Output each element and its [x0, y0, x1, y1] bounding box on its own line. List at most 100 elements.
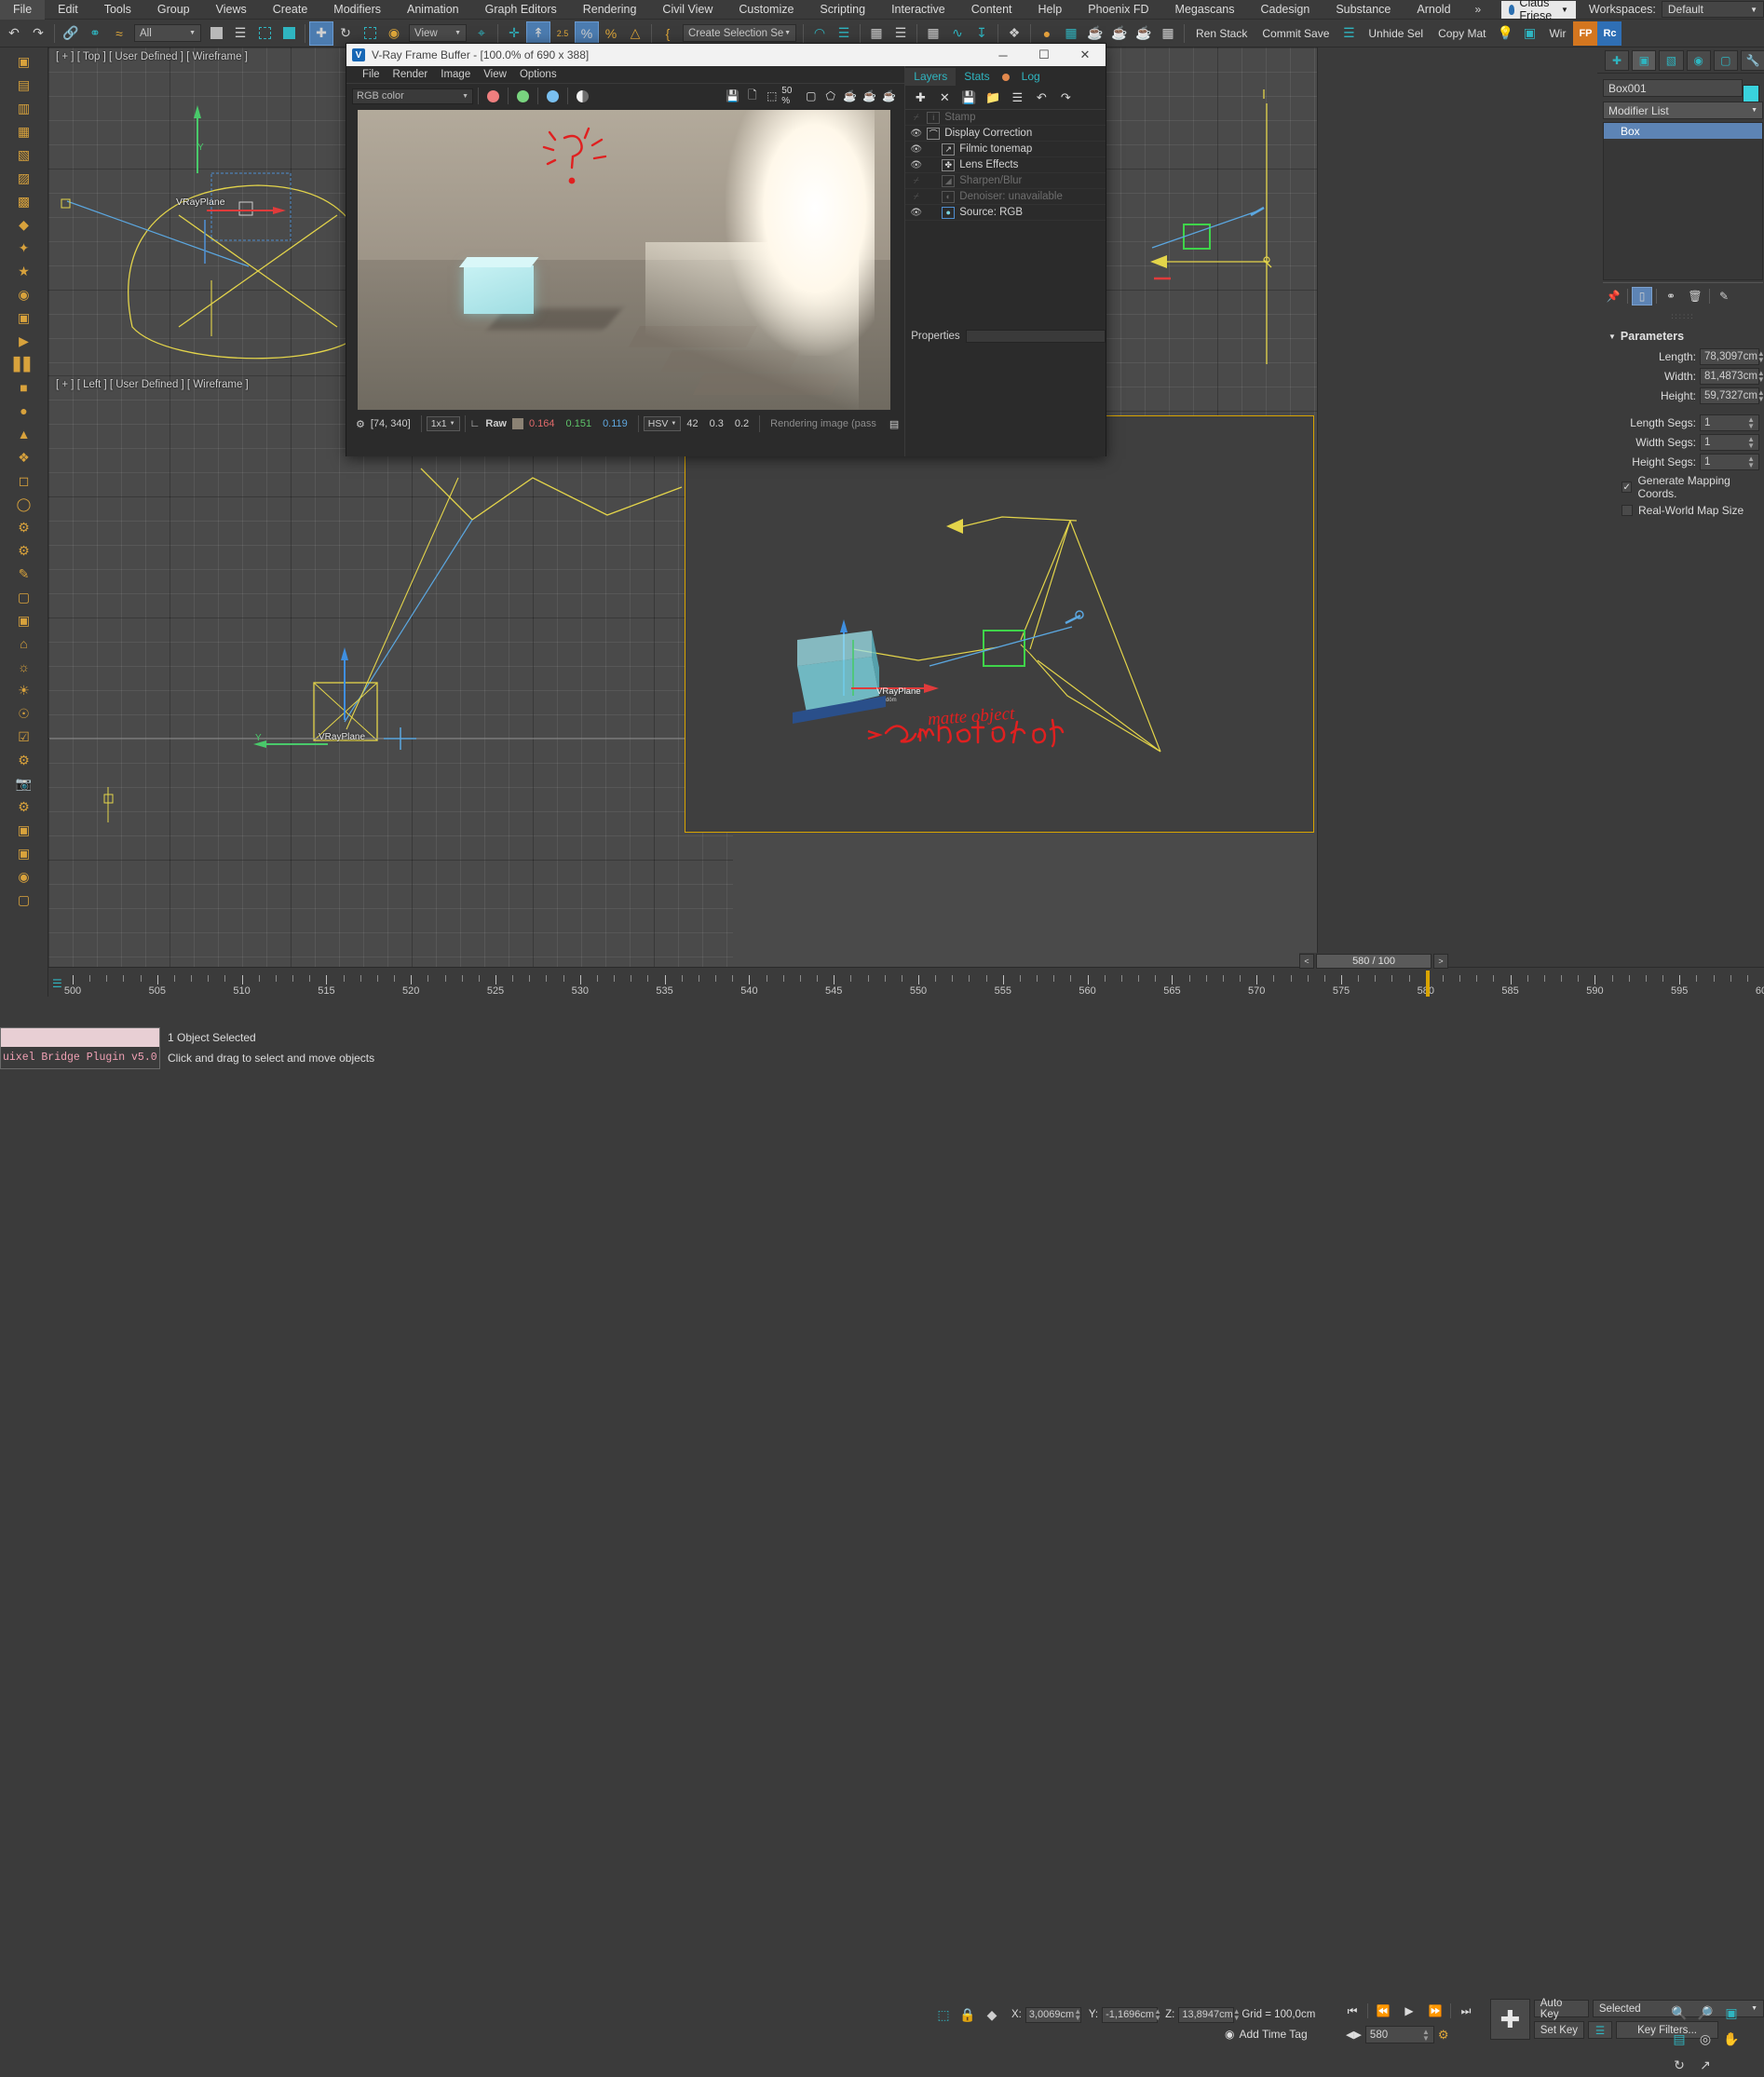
- plugin-icon-12[interactable]: ▣: [13, 306, 35, 329]
- tab-create[interactable]: ✚: [1605, 49, 1630, 71]
- selection-lock-region-icon[interactable]: ⬚: [931, 2002, 956, 2027]
- material-editor-icon[interactable]: ●: [1035, 21, 1059, 46]
- layer-row-lens-effects[interactable]: 👁 ✤ Lens Effects: [905, 157, 1106, 173]
- plugin-icon-7[interactable]: ▩: [13, 190, 35, 212]
- window-crossing-icon[interactable]: [277, 21, 301, 46]
- maximize-icon[interactable]: ☐: [1024, 44, 1065, 66]
- menu-item-phoenix-fd[interactable]: Phoenix FD: [1075, 0, 1161, 20]
- vfb-menu-file[interactable]: File: [356, 69, 387, 80]
- menu-overflow-icon[interactable]: »: [1464, 3, 1493, 16]
- tab-layers[interactable]: Layers: [905, 68, 957, 86]
- layer-presets-icon[interactable]: ☰: [1006, 88, 1028, 108]
- menu-item-create[interactable]: Create: [260, 0, 321, 20]
- abort-render-icon[interactable]: ☕: [860, 87, 879, 105]
- checkbox-row-real-world-map-size[interactable]: Real-World Map Size: [1622, 504, 1764, 517]
- plugin-icon-23[interactable]: ✎: [13, 563, 35, 585]
- menu-item-rendering[interactable]: Rendering: [570, 0, 650, 20]
- menu-item-content[interactable]: Content: [958, 0, 1025, 20]
- plugin-icon-33[interactable]: ⚙: [13, 795, 35, 818]
- menu-item-cadesign[interactable]: Cadesign: [1247, 0, 1323, 20]
- snaps-toggle-icon[interactable]: ↟: [526, 20, 550, 46]
- redo-icon[interactable]: ↷: [26, 21, 50, 46]
- checkbox-row-generate-mapping-coords[interactable]: ✓ Generate Mapping Coords.: [1622, 474, 1764, 500]
- height-segs-spinner[interactable]: 1 ▲ ▼: [1700, 454, 1759, 470]
- modifier-stack-item-box[interactable]: Box: [1604, 123, 1762, 139]
- layer-row-sharpen-blur[interactable]: ⌿ ◢ Sharpen/Blur: [905, 173, 1106, 189]
- plugin-icon-18[interactable]: ❖: [13, 446, 35, 468]
- mirror-icon[interactable]: {: [656, 21, 680, 46]
- coord-x-field[interactable]: 3,0069cm ▲ ▼: [1024, 2006, 1081, 2023]
- pin-stack-icon[interactable]: 📌: [1603, 287, 1623, 305]
- menu-item-megascans[interactable]: Megascans: [1162, 0, 1248, 20]
- spinner-arrows-icon[interactable]: ▲▼: [1422, 2028, 1430, 2042]
- select-and-place-icon[interactable]: ◉: [382, 21, 406, 46]
- plugin-icon-37[interactable]: ▢: [13, 889, 35, 911]
- maxscript-input-line[interactable]: [1, 1028, 159, 1047]
- range-next-icon[interactable]: >: [1433, 954, 1448, 969]
- menu-item-edit[interactable]: Edit: [45, 0, 91, 20]
- visibility-off-icon[interactable]: ⌿: [910, 113, 922, 123]
- configure-modifier-sets-icon[interactable]: ✎: [1714, 287, 1734, 305]
- quickaccess-wir[interactable]: Wir: [1541, 27, 1573, 40]
- pan-view-icon[interactable]: ✋: [1719, 2027, 1744, 2051]
- render-setup-icon[interactable]: ↧: [970, 21, 994, 46]
- spinner-arrows-icon[interactable]: ▲▼: [1747, 455, 1755, 469]
- quickaccess-ren-stack[interactable]: Ren Stack: [1188, 27, 1255, 40]
- modifier-stack[interactable]: Box: [1603, 122, 1763, 280]
- plugin-icon-1[interactable]: ▣: [13, 50, 35, 73]
- quickaccess-rc-icon[interactable]: Rc: [1597, 20, 1622, 46]
- quickaccess-unhide-sel[interactable]: Unhide Sel: [1361, 27, 1431, 40]
- plugin-icon-25[interactable]: ▣: [13, 609, 35, 631]
- absolute-relative-mode-icon[interactable]: ◆: [980, 2002, 1004, 2027]
- length-spinner[interactable]: 78,3097cm ▲▼: [1700, 348, 1764, 365]
- redo-layer-icon[interactable]: ↷: [1054, 88, 1077, 108]
- plugin-icon-9[interactable]: ✦: [13, 237, 35, 259]
- scene-explorer-icon[interactable]: ☰: [889, 21, 913, 46]
- visibility-off-icon[interactable]: ⌿: [910, 176, 922, 186]
- minimize-icon[interactable]: ─: [983, 44, 1024, 66]
- user-account-chip[interactable]: Claus Friese ▼: [1501, 0, 1576, 22]
- plugin-icon-17[interactable]: ▲: [13, 423, 35, 445]
- vfb-menu-image[interactable]: Image: [434, 69, 477, 80]
- activeshade-icon[interactable]: ☕: [1132, 21, 1156, 46]
- quickaccess-fp-icon[interactable]: FP: [1573, 20, 1598, 46]
- render-icon[interactable]: ☕: [840, 87, 860, 105]
- key-filters-toggle-icon[interactable]: ☰: [1588, 2021, 1613, 2039]
- stats-panel-icon[interactable]: ▤: [889, 418, 904, 430]
- edit-named-selection-sets-icon[interactable]: △: [623, 21, 647, 46]
- orbit-icon[interactable]: ↻: [1667, 2053, 1691, 2077]
- layer-row-stamp[interactable]: ⌿ i Stamp: [905, 110, 1106, 126]
- zorb-plugin-icon[interactable]: ▣: [1517, 21, 1541, 46]
- object-name-field[interactable]: Box001: [1603, 79, 1743, 97]
- load-layers-icon[interactable]: 📁: [982, 88, 1004, 108]
- visibility-on-icon[interactable]: 👁: [910, 144, 922, 155]
- select-by-name-icon[interactable]: ☰: [228, 21, 252, 46]
- menu-item-customize[interactable]: Customize: [726, 0, 807, 20]
- maxscript-mini-listener[interactable]: uixel Bridge Plugin v5.0 star: [0, 1027, 160, 1069]
- delete-layer-icon[interactable]: ✕: [933, 88, 956, 108]
- plugin-icon-27[interactable]: ☼: [13, 656, 35, 678]
- menu-item-file[interactable]: File: [0, 0, 46, 20]
- visibility-off-icon[interactable]: ⌿: [910, 192, 922, 202]
- tab-modify[interactable]: ▣: [1632, 49, 1657, 71]
- rollout-drag-handle[interactable]: ::::::: [1601, 312, 1764, 320]
- fit-to-window-icon[interactable]: ▢: [801, 87, 821, 105]
- selection-lock-icon[interactable]: 🔒: [956, 2002, 980, 2027]
- red-channel-icon[interactable]: [483, 87, 503, 105]
- select-and-scale-icon[interactable]: [358, 21, 382, 46]
- menu-item-tools[interactable]: Tools: [91, 0, 144, 20]
- frame-arrows-icon[interactable]: ◀▶: [1346, 2029, 1362, 2041]
- vray-frame-buffer-window[interactable]: V V-Ray Frame Buffer - [100.0% of 690 x …: [346, 43, 1106, 456]
- zoom-region-icon[interactable]: ▤: [1667, 2027, 1691, 2051]
- plugin-icon-29[interactable]: ☉: [13, 702, 35, 725]
- menu-item-animation[interactable]: Animation: [394, 0, 472, 20]
- menu-item-graph-editors[interactable]: Graph Editors: [472, 0, 570, 20]
- render-production-icon[interactable]: ☕: [1083, 21, 1107, 46]
- plugin-icon-32[interactable]: 📷: [13, 772, 35, 794]
- tab-motion[interactable]: ◉: [1686, 49, 1711, 71]
- zoom-extents-icon[interactable]: ▣: [1719, 2001, 1744, 2025]
- light-bulb-icon[interactable]: 💡: [1493, 21, 1517, 46]
- undo-icon[interactable]: ↶: [2, 21, 26, 46]
- sample-region-select[interactable]: 1x1 ▼: [426, 416, 460, 431]
- tab-log[interactable]: Log: [1013, 68, 1049, 86]
